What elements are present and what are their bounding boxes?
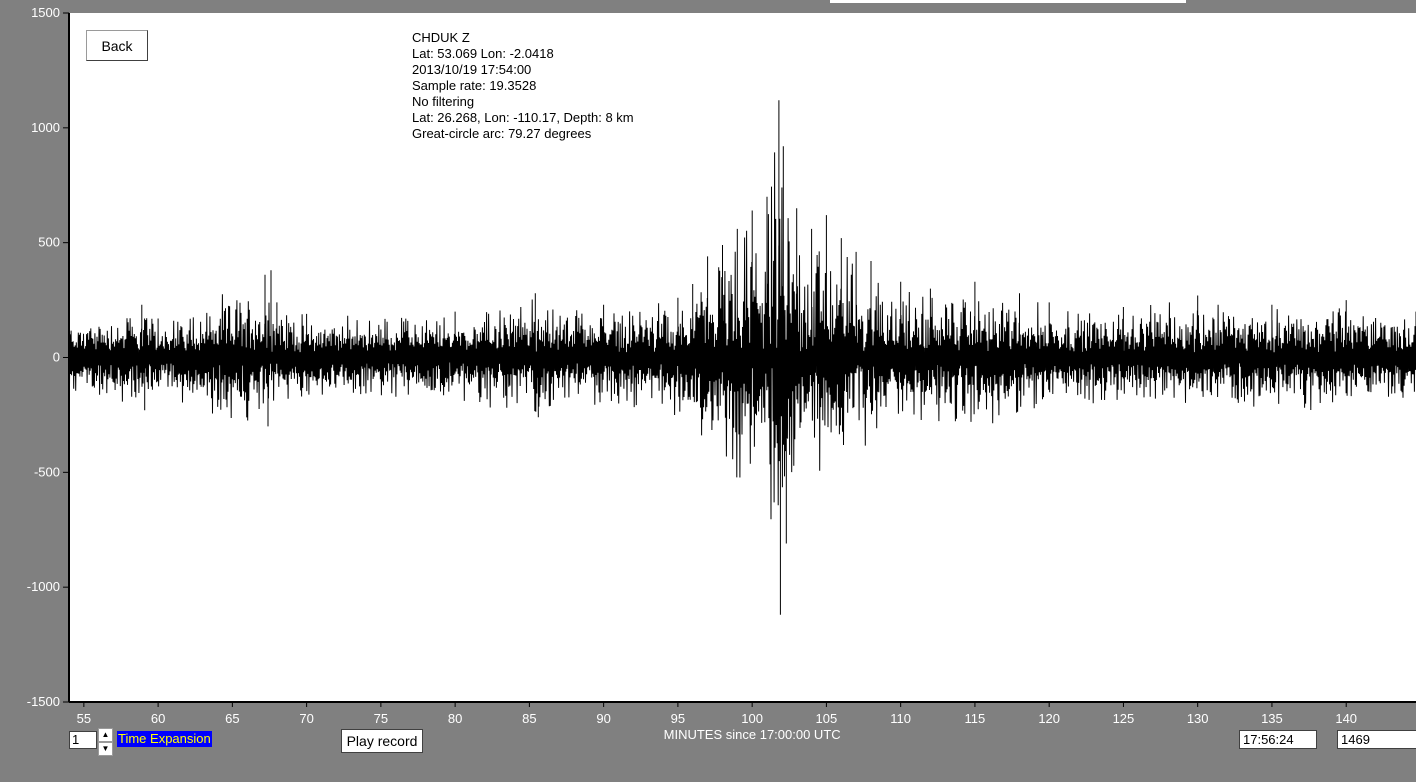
top-edge-bar	[830, 0, 1186, 3]
back-button[interactable]: Back	[86, 30, 148, 61]
sample-rate: Sample rate: 19.3528	[412, 78, 537, 93]
record-datetime: 2013/10/19 17:54:00	[412, 62, 532, 77]
time-expansion-stepper: ▲ ▼	[98, 728, 113, 756]
x-tick-label: 75	[374, 711, 388, 726]
chevron-down-icon[interactable]: ▼	[98, 742, 113, 756]
info-panel: CHDUK Z Lat: 53.069 Lon: -2.0418 2013/10…	[412, 30, 634, 142]
x-tick-label: 130	[1187, 711, 1209, 726]
play-record-button[interactable]: Play record	[341, 729, 423, 753]
x-tick-label: 80	[448, 711, 462, 726]
x-axis: 55 60 65 70 75 80 85 90 95 100 105 110 115 120 125 130 1…	[77, 702, 1357, 726]
x-tick-label: 85	[522, 711, 536, 726]
x-tick-label: 140	[1335, 711, 1357, 726]
x-tick-label: 100	[741, 711, 763, 726]
cursor-time-field[interactable]: 17:56:24	[1239, 730, 1317, 749]
y-tick-label: 1500	[31, 5, 60, 20]
y-tick-label: -1000	[27, 579, 60, 594]
station-name: CHDUK Z	[412, 30, 470, 45]
station-location: Lat: 53.069 Lon: -2.0418	[412, 46, 554, 61]
x-tick-label: 70	[299, 711, 313, 726]
y-tick-label: -1500	[27, 694, 60, 709]
x-tick-label: 95	[671, 711, 685, 726]
x-tick-label: 125	[1113, 711, 1135, 726]
y-axis: 1500 1000 500 0 -500 -1000 -1500	[27, 5, 69, 709]
x-tick-label: 90	[596, 711, 610, 726]
sample-count-field[interactable]: 1469	[1337, 730, 1416, 749]
x-tick-label: 115	[965, 711, 986, 726]
y-tick-label: 0	[53, 350, 60, 365]
y-tick-label: 500	[38, 235, 60, 250]
x-tick-label: 65	[225, 711, 239, 726]
filter-status: No filtering	[412, 94, 475, 109]
x-axis-label: MINUTES since 17:00:00 UTC	[664, 727, 841, 742]
time-expansion-input[interactable]: 1	[69, 731, 97, 749]
x-tick-label: 120	[1038, 711, 1060, 726]
event-location: Lat: 26.268, Lon: -110.17, Depth: 8 km	[412, 110, 634, 125]
x-tick-label: 55	[77, 711, 91, 726]
x-tick-label: 105	[816, 711, 838, 726]
x-tick-label: 110	[890, 711, 911, 726]
y-tick-label: 1000	[31, 120, 60, 135]
x-tick-label: 135	[1261, 711, 1283, 726]
y-tick-label: -500	[34, 464, 60, 479]
time-expansion-label: Time Expansion	[117, 731, 212, 747]
x-tick-label: 60	[151, 711, 165, 726]
seismogram-plot: 1500 1000 500 0 -500 -1000 -1500 55 60 65 70 75 80 8…	[27, 5, 1416, 742]
chevron-up-icon[interactable]: ▲	[98, 728, 113, 742]
great-circle-arc: Great-circle arc: 79.27 degrees	[412, 126, 592, 141]
